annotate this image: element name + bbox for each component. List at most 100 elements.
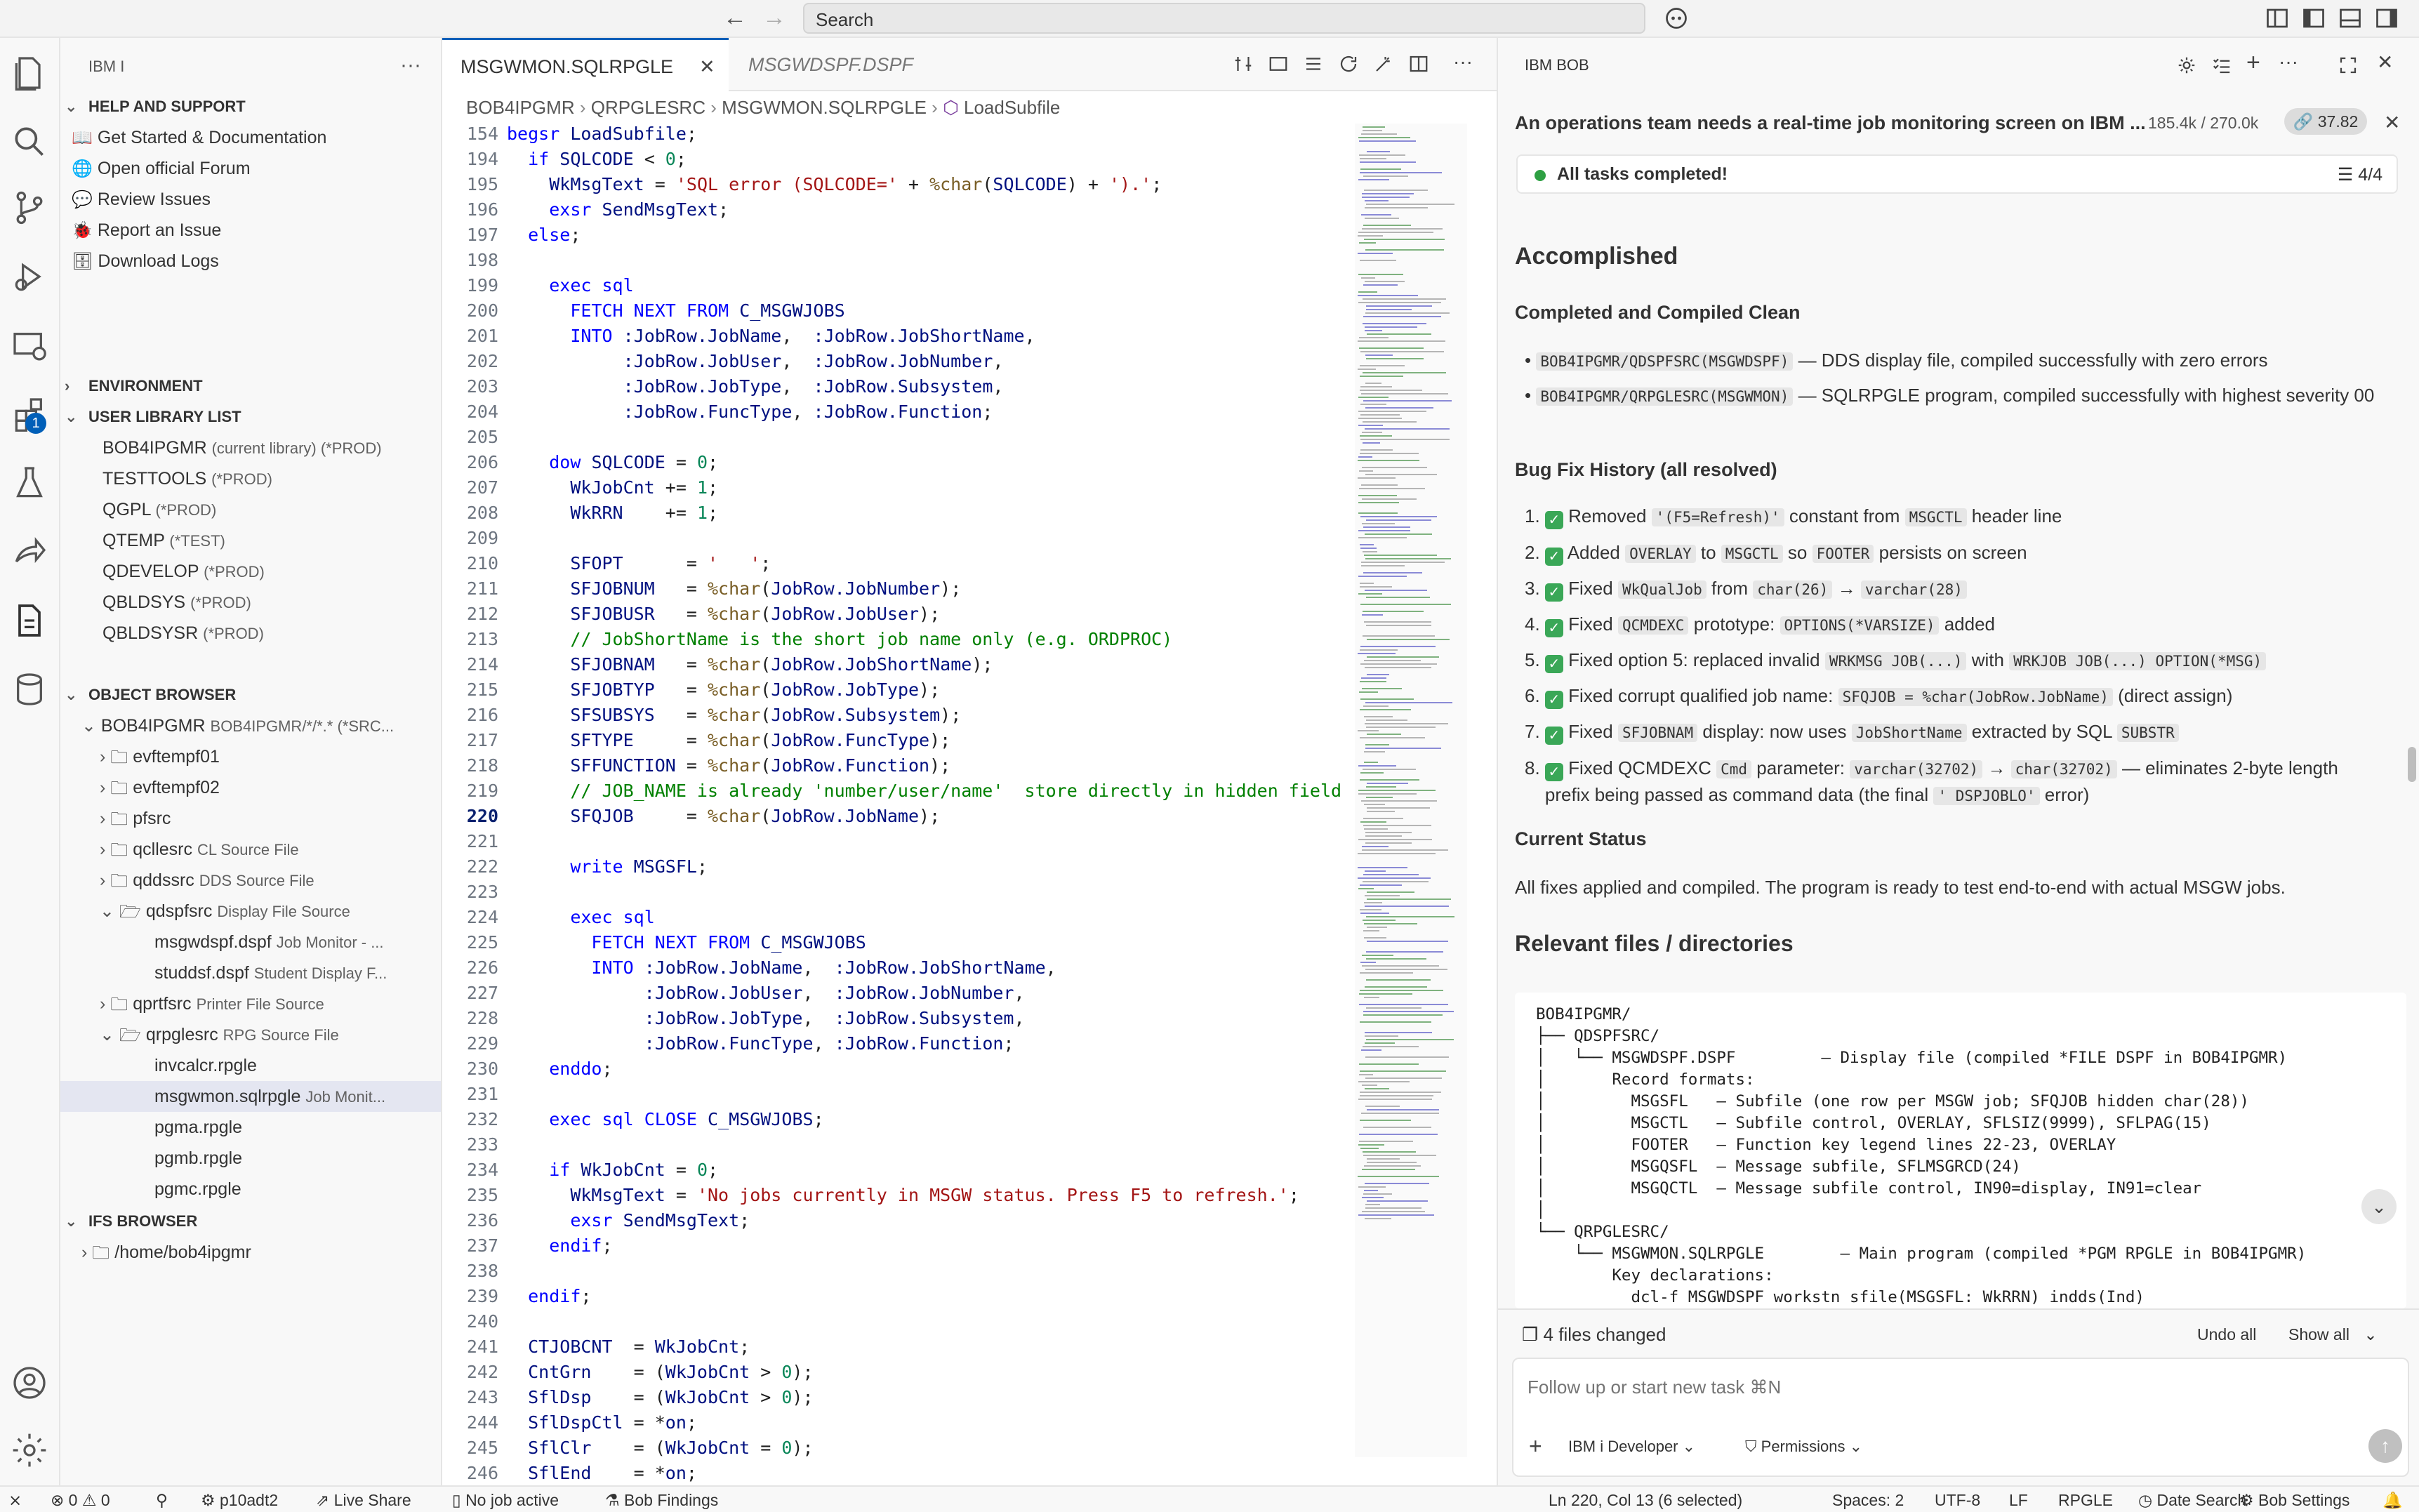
host-indicator[interactable]: ⚙ p10adt2 — [201, 1491, 278, 1510]
tree-file[interactable]: pgmc.rpgle — [60, 1174, 441, 1205]
bob-findings-button[interactable]: ⚗ Bob Findings — [605, 1491, 718, 1510]
library-item[interactable]: QDEVELOP (*PROD) — [60, 556, 441, 587]
code-line[interactable]: FETCH NEXT FROM C_MSGWJOBS — [507, 932, 866, 953]
code-line[interactable]: SFJOBNAM = %char(JobRow.JobShortName); — [507, 654, 993, 675]
code-line[interactable]: write MSGSFL; — [507, 856, 708, 877]
help-item-forum[interactable]: 🌐 Open official Forum — [60, 153, 441, 184]
tree-file[interactable]: pgma.rpgle — [60, 1112, 441, 1143]
tree-folder[interactable]: › 🗀 evftempf01 — [60, 741, 441, 772]
live-share-button[interactable]: ⇗ Live Share — [316, 1491, 411, 1510]
language-mode[interactable]: RPGLE — [2058, 1491, 2113, 1510]
library-item[interactable]: QBLDSYS (*PROD) — [60, 587, 441, 618]
send-button[interactable]: ↑ — [2368, 1429, 2402, 1463]
permissions-selector[interactable]: ⛉ Permissions ⌄ — [1745, 1438, 1862, 1456]
help-item-review[interactable]: 💬 Review Issues — [60, 184, 441, 215]
refresh-icon[interactable] — [1338, 53, 1359, 74]
breadcrumb-item[interactable]: BOB4IPGMR — [466, 97, 575, 118]
code-line[interactable]: :JobRow.JobType, :JobRow.Subsystem, — [507, 1008, 1025, 1028]
library-list-section-header[interactable]: ⌄ USER LIBRARY LIST — [60, 402, 441, 432]
close-icon[interactable]: ✕ — [2377, 51, 2393, 74]
library-item[interactable]: BOB4IPGMR (current library) (*PROD) — [60, 432, 441, 463]
code-line[interactable]: INTO :JobRow.JobName, :JobRow.JobShortNa… — [507, 957, 1056, 978]
tree-folder[interactable]: ⌄ 🗁 qrpglesrc RPG Source File — [60, 1019, 441, 1050]
cursor-position[interactable]: Ln 220, Col 13 (6 selected) — [1549, 1491, 1742, 1510]
code-line[interactable]: if WkJobCnt = 0; — [507, 1160, 718, 1180]
tree-folder[interactable]: › 🗀 qcllesrc CL Source File — [60, 834, 441, 865]
tree-folder[interactable]: › 🗀 qddssrc DDS Source File — [60, 865, 441, 896]
help-item-report[interactable]: 🐞 Report an Issue — [60, 215, 441, 246]
more-actions-icon[interactable]: ··· — [2279, 51, 2298, 73]
code-line[interactable]: :JobRow.FuncType, :JobRow.Function; — [507, 1033, 1014, 1054]
tree-folder[interactable]: ⌄ 🗁 qdspfsrc Display File Source — [60, 896, 441, 927]
code-line[interactable]: CntGrn = (WkJobCnt > 0); — [507, 1362, 813, 1382]
code-line[interactable]: SFJOBNUM = %char(JobRow.JobNumber); — [507, 578, 961, 599]
tab-msgwmon[interactable]: MSGWMON.SQLRPGLE ✕ — [442, 38, 729, 91]
scroll-to-bottom-button[interactable]: ⌄ — [2361, 1189, 2397, 1224]
close-task-icon[interactable]: ✕ — [2384, 111, 2400, 134]
tree-folder[interactable]: › 🗀 pfsrc — [60, 803, 441, 834]
code-line[interactable]: WkRRN += 1; — [507, 503, 718, 523]
tree-file-selected[interactable]: msgwmon.sqlrpgle Job Monit... — [60, 1081, 441, 1112]
explorer-icon[interactable] — [10, 53, 49, 93]
remote-explorer-icon[interactable] — [10, 326, 49, 365]
ibm-i-icon[interactable] — [10, 601, 49, 640]
library-item[interactable]: TESTTOOLS (*PROD) — [60, 463, 441, 494]
back-icon[interactable]: ← — [723, 4, 747, 32]
code-line[interactable]: endif; — [507, 1235, 612, 1256]
command-search[interactable]: Search — [803, 3, 1645, 34]
code-line[interactable]: SFTYPE = %char(JobRow.FuncType); — [507, 730, 950, 750]
task-title[interactable]: An operations team needs a real-time job… — [1515, 112, 2147, 134]
code-line[interactable]: dow SQLCODE = 0; — [507, 452, 718, 472]
bob-settings-button[interactable]: ⚙ Bob Settings — [2239, 1491, 2350, 1510]
environment-section-header[interactable]: › ENVIRONMENT — [60, 371, 441, 402]
indentation[interactable]: Spaces: 2 — [1832, 1491, 1904, 1510]
code-line[interactable]: begsr LoadSubfile; — [507, 124, 697, 144]
connection-icon[interactable]: ⚲ — [156, 1491, 168, 1510]
split-editor-icon[interactable] — [1408, 53, 1429, 74]
notifications-icon[interactable]: 🔔 — [2382, 1491, 2403, 1510]
add-context-icon[interactable]: + — [1529, 1433, 1542, 1459]
code-line[interactable]: enddo; — [507, 1059, 612, 1079]
tree-file[interactable]: invcalcr.rpgle — [60, 1050, 441, 1081]
show-all-button[interactable]: Show all ⌄ — [2288, 1325, 2378, 1344]
code-line[interactable]: :JobRow.FuncType, :JobRow.Function; — [507, 402, 993, 422]
code-line[interactable]: // JOB_NAME is already 'number/user/name… — [507, 781, 1341, 801]
code-line[interactable]: SflClr = (WkJobCnt = 0); — [507, 1438, 813, 1458]
undo-all-button[interactable]: Undo all — [2197, 1325, 2256, 1344]
code-line[interactable]: else; — [507, 225, 581, 245]
problems-indicator[interactable]: ⊗ 0 ⚠ 0 — [51, 1491, 110, 1510]
code-line[interactable]: FETCH NEXT FROM C_MSGWJOBS — [507, 300, 844, 321]
code-line[interactable]: SFOPT = ' '; — [507, 553, 771, 573]
code-line[interactable]: SflDspCtl = *on; — [507, 1412, 697, 1433]
magic-wand-icon[interactable] — [1373, 53, 1394, 74]
code-line[interactable]: SflEnd = *on; — [507, 1463, 697, 1483]
object-browser-section-header[interactable]: ⌄ OBJECT BROWSER — [60, 679, 441, 710]
search-icon[interactable] — [10, 122, 49, 161]
code-line[interactable]: if SQLCODE < 0; — [507, 149, 687, 169]
code-line[interactable]: WkMsgText = 'No jobs currently in MSGW s… — [507, 1185, 1299, 1205]
help-item-logs[interactable]: 🗄 Download Logs — [60, 246, 441, 277]
copilot-icon[interactable] — [1664, 6, 1689, 31]
help-item-docs[interactable]: 📖 Get Started & Documentation — [60, 122, 441, 153]
library-item[interactable]: QGPL (*PROD) — [60, 494, 441, 525]
code-line[interactable]: exec sql CLOSE C_MSGWJOBS; — [507, 1109, 823, 1129]
chat-scrollbar[interactable] — [2408, 747, 2416, 782]
tree-folder[interactable]: › 🗀 qprtfsrc Printer File Source — [60, 988, 441, 1019]
tree-folder[interactable]: › 🗀 evftempf02 — [60, 772, 441, 803]
remote-icon[interactable]: ⨯ — [8, 1491, 22, 1510]
code-line[interactable]: WkMsgText = 'SQL error (SQLCODE=' + %cha… — [507, 174, 1162, 194]
end-of-line[interactable]: LF — [2009, 1491, 2028, 1510]
code-line[interactable]: SFFUNCTION = %char(JobRow.Function); — [507, 755, 950, 776]
code-line[interactable]: exsr SendMsgText; — [507, 1210, 750, 1231]
more-actions-icon[interactable]: ··· — [1453, 51, 1473, 73]
list-icon[interactable] — [1303, 53, 1324, 74]
code-editor[interactable]: 154 194 195 196 197 198 199 200 201 202 … — [442, 124, 1355, 1485]
code-line[interactable]: :JobRow.JobType, :JobRow.Subsystem, — [507, 376, 1004, 397]
settings-gear-icon[interactable] — [10, 1431, 49, 1470]
code-line[interactable]: SFJOBUSR = %char(JobRow.JobUser); — [507, 604, 940, 624]
chat-input[interactable] — [1527, 1373, 2370, 1401]
new-task-icon[interactable]: + — [2246, 49, 2260, 77]
code-line[interactable]: INTO :JobRow.JobName, :JobRow.JobShortNa… — [507, 326, 1035, 346]
tree-file[interactable]: pgmb.rpgle — [60, 1143, 441, 1174]
breadcrumb-item[interactable]: QRPGLESRC — [591, 97, 705, 118]
